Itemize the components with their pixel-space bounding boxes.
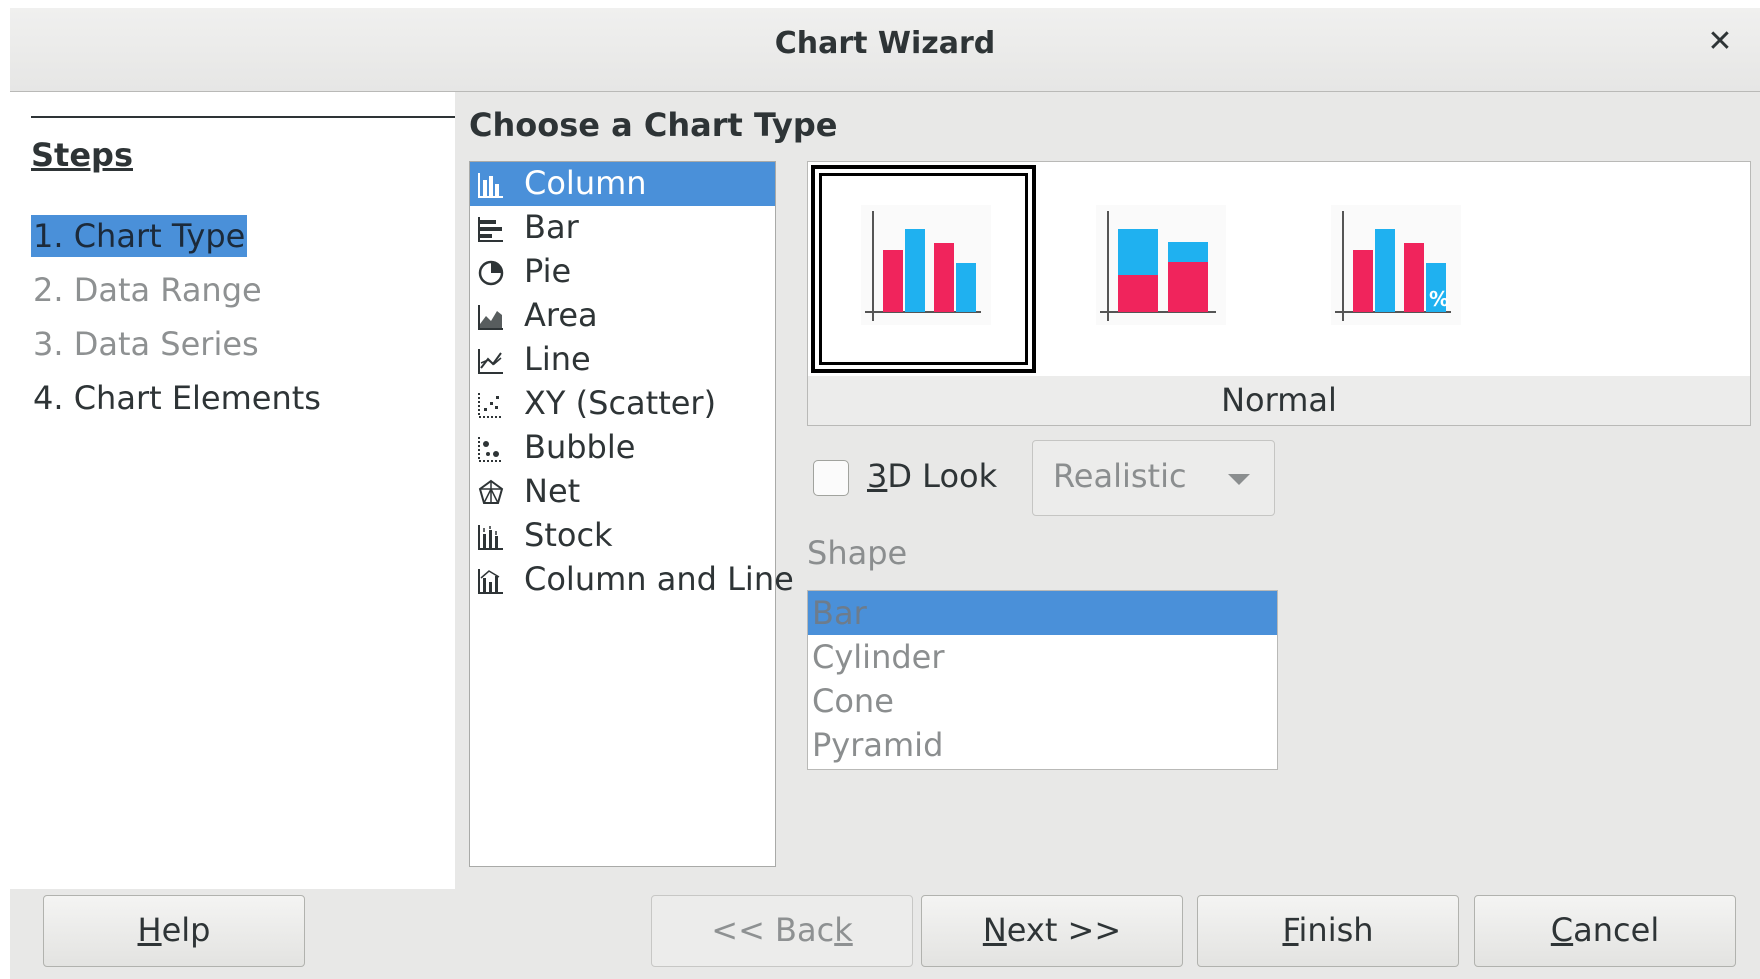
step-data-range: 2. Data Range <box>33 271 262 309</box>
step-data-series: 3. Data Series <box>33 325 259 363</box>
line-chart-icon <box>478 349 503 374</box>
cancel-button[interactable]: Cancel <box>1474 895 1736 967</box>
chart-type-label: Line <box>524 340 591 378</box>
chart-type-label: Stock <box>524 516 613 554</box>
chart-type-item-xy-scatter[interactable]: XY (Scatter) <box>470 382 775 426</box>
shape-label: Shape <box>807 534 908 572</box>
percent-column-preview-icon: % <box>1331 205 1461 325</box>
chart-type-item-area[interactable]: Area <box>470 294 775 338</box>
bar-chart-icon <box>478 217 503 242</box>
close-icon[interactable]: ✕ <box>1700 22 1740 62</box>
percent-badge: % <box>1429 287 1449 311</box>
chart-type-label: Bubble <box>524 428 636 466</box>
chart-type-label: Area <box>524 296 598 334</box>
chart-type-item-line[interactable]: Line <box>470 338 775 382</box>
pie-chart-icon <box>478 260 504 286</box>
chart-type-label: Pie <box>524 252 572 290</box>
3d-look-checkbox[interactable] <box>813 460 849 496</box>
chart-type-item-column[interactable]: Column <box>470 162 775 206</box>
variant-normal[interactable] <box>811 165 1036 373</box>
chart-type-label: Column and Line <box>524 560 794 598</box>
stock-chart-icon <box>478 525 503 550</box>
chevron-down-icon <box>1228 474 1250 485</box>
area-chart-icon <box>478 305 503 330</box>
steps-heading: Steps <box>31 136 133 174</box>
chart-wizard-dialog: Chart Wizard ✕ Steps 1. Chart Type 2. Da… <box>10 8 1760 979</box>
column-and-line-chart-icon <box>478 569 503 594</box>
finish-button[interactable]: Finish <box>1197 895 1459 967</box>
shape-item-cone: Cone <box>812 682 894 720</box>
section-title: Choose a Chart Type <box>469 106 838 144</box>
step-chart-elements[interactable]: 4. Chart Elements <box>31 377 323 419</box>
3d-style-value: Realistic <box>1053 457 1187 495</box>
net-chart-icon <box>478 479 504 504</box>
title-bar: Chart Wizard ✕ <box>10 8 1760 92</box>
help-button[interactable]: Help <box>43 895 305 967</box>
chart-type-label: XY (Scatter) <box>524 384 717 422</box>
step-chart-type[interactable]: 1. Chart Type <box>31 215 248 257</box>
variant-caption: Normal <box>808 376 1750 425</box>
3d-style-dropdown: Realistic <box>1032 440 1275 516</box>
3d-look-label[interactable]: 3D Look <box>867 457 997 495</box>
chart-type-item-bar[interactable]: Bar <box>470 206 775 250</box>
steps-divider <box>31 116 455 118</box>
chart-type-list[interactable]: Column Bar Pie Area Line XY (Scatter) Bu… <box>469 161 794 867</box>
chart-type-item-column-and-line[interactable]: Column and Line <box>470 558 794 602</box>
shape-list: Bar Cylinder Cone Pyramid <box>807 590 1278 770</box>
chart-variant-gallery: % Normal <box>807 161 1751 426</box>
chart-type-item-bubble[interactable]: Bubble <box>470 426 775 470</box>
back-button: << Back <box>651 895 913 967</box>
chart-type-item-stock[interactable]: Stock <box>470 514 775 558</box>
chart-type-item-pie[interactable]: Pie <box>470 250 775 294</box>
chart-type-label: Bar <box>524 208 579 246</box>
stacked-column-preview-icon <box>1096 205 1226 325</box>
window-title: Chart Wizard <box>774 26 996 61</box>
bubble-chart-icon <box>478 437 503 462</box>
chart-type-item-net[interactable]: Net <box>470 470 775 514</box>
next-button[interactable]: Next >> <box>921 895 1183 967</box>
scatter-chart-icon <box>478 393 503 418</box>
shape-item-pyramid: Pyramid <box>812 726 944 764</box>
column-chart-icon <box>478 173 503 198</box>
shape-item-bar: Bar <box>808 591 1277 635</box>
chart-type-label: Column <box>524 164 647 202</box>
steps-pane: Steps 1. Chart Type 2. Data Range 3. Dat… <box>10 92 455 889</box>
variant-stacked[interactable] <box>1046 165 1271 373</box>
shape-item-cylinder: Cylinder <box>812 638 945 676</box>
variant-percent-stacked[interactable]: % <box>1281 165 1506 373</box>
chart-type-label: Net <box>524 472 581 510</box>
normal-column-preview-icon <box>861 205 991 325</box>
